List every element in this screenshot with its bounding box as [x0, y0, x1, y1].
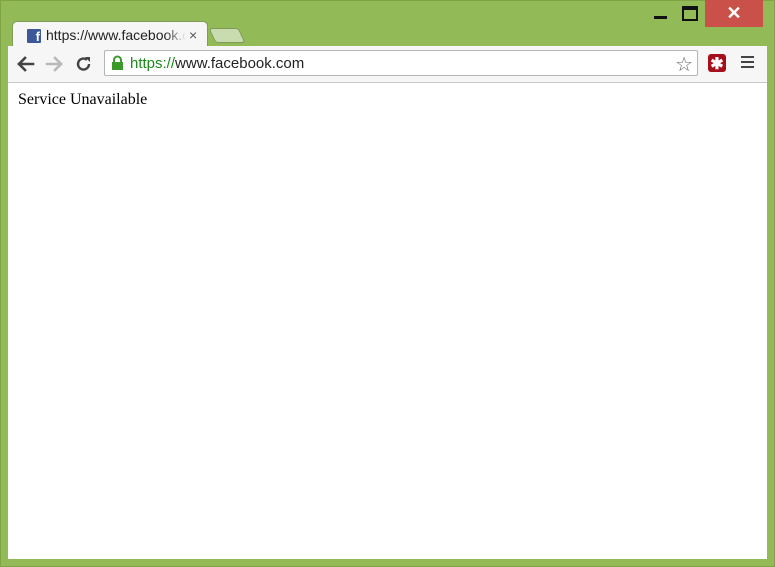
- tab-title: https://www.facebook.com: [46, 27, 186, 43]
- maximize-button[interactable]: [675, 0, 705, 27]
- tab-close-button[interactable]: ×: [189, 27, 197, 43]
- browser-toolbar: https://www.facebook.com ☆ ✱: [8, 46, 767, 83]
- close-icon: ✕: [726, 3, 742, 23]
- page-body-text: Service Unavailable: [18, 91, 148, 108]
- url-host: www.facebook.com: [175, 55, 305, 72]
- lastpass-icon[interactable]: ✱: [708, 54, 726, 73]
- facebook-icon: f: [27, 29, 41, 43]
- new-tab-button[interactable]: [208, 28, 246, 43]
- address-url: https://www.facebook.com: [130, 55, 304, 72]
- back-button[interactable]: [14, 52, 38, 76]
- page-content: Service Unavailable: [8, 83, 767, 559]
- close-window-button[interactable]: ✕: [705, 0, 763, 27]
- minimize-button[interactable]: [645, 0, 675, 27]
- star-icon[interactable]: ☆: [675, 52, 693, 77]
- reload-icon: [76, 57, 91, 71]
- browser-window: ✕ f https://www.facebook.com × https://w…: [0, 0, 775, 567]
- forward-arrow-icon: [45, 56, 63, 72]
- address-bar[interactable]: https://www.facebook.com ☆: [104, 50, 698, 76]
- forward-button[interactable]: [42, 52, 66, 76]
- tab-facebook[interactable]: f https://www.facebook.com ×: [12, 21, 208, 49]
- lock-icon: [112, 55, 123, 70]
- hamburger-menu-icon[interactable]: [741, 56, 754, 71]
- maximize-icon: [682, 6, 698, 21]
- back-arrow-icon: [17, 56, 35, 72]
- url-scheme: https://: [130, 55, 176, 72]
- window-controls: ✕: [645, 0, 763, 27]
- minimize-icon: [653, 16, 667, 19]
- reload-button[interactable]: [72, 52, 96, 76]
